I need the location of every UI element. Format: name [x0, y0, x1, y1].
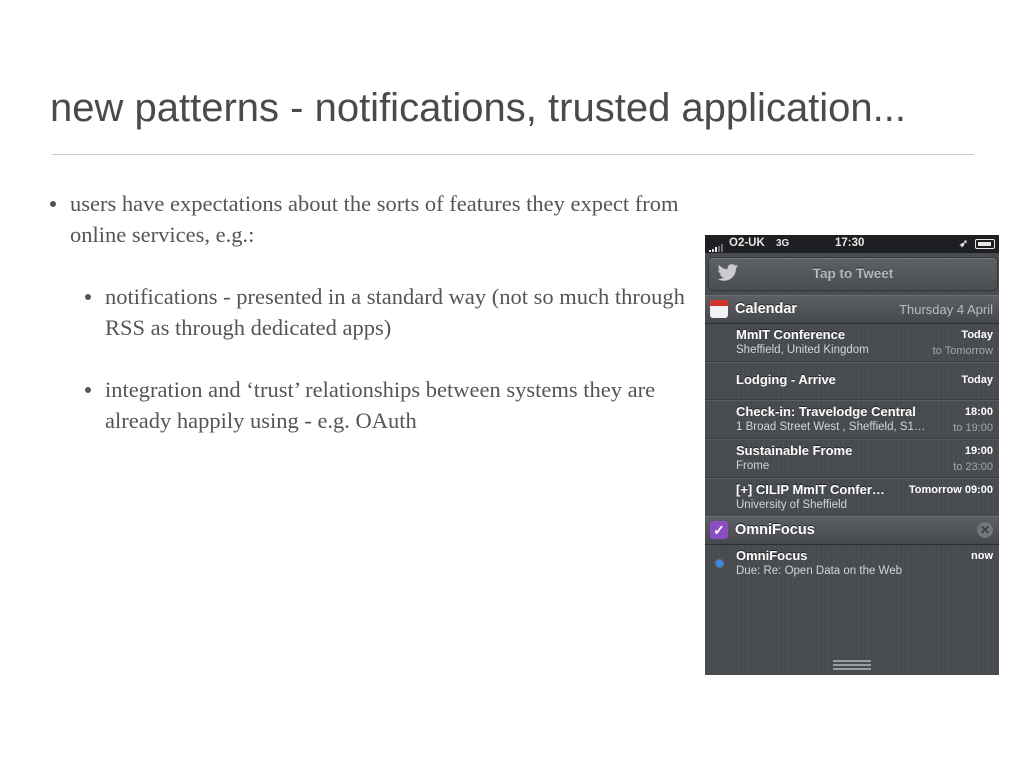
close-icon[interactable]: ✕ [977, 522, 993, 538]
event-end: to 23:00 [953, 461, 993, 473]
omnifocus-section-header[interactable]: ✓ OmniFocus ✕ [705, 516, 999, 545]
event-location: University of Sheffield [736, 499, 848, 511]
unread-dot-icon [716, 560, 723, 567]
battery-charging-icon [975, 239, 995, 249]
calendar-event[interactable]: MmIT Conference Sheffield, United Kingdo… [705, 323, 999, 362]
omnifocus-notification[interactable]: OmniFocus Due: Re: Open Data on the Web … [705, 544, 999, 584]
omnifocus-section-title: OmniFocus [735, 522, 815, 538]
signal-bars-icon [709, 240, 724, 252]
event-title: MmIT Conference [736, 327, 846, 342]
bullet-sub-integration-text: integration and ‘trust’ relationships be… [105, 377, 656, 433]
bullet-sub-integration: integration and ‘trust’ relationships be… [85, 374, 705, 436]
calendar-event[interactable]: Sustainable Frome Frome 19:00 to 23:00 [705, 439, 999, 478]
event-end: to Tomorrow [932, 345, 993, 357]
bullet-sub-notifications: notifications - presented in a standard … [85, 281, 705, 343]
bullet-sub-notifications-text: notifications - presented in a standard … [105, 284, 685, 340]
network-type: 3G [776, 238, 790, 249]
tap-to-tweet-button[interactable]: Tap to Tweet [708, 257, 998, 291]
tap-to-tweet-label: Tap to Tweet [812, 266, 894, 281]
event-title: Check-in: Travelodge Central [736, 404, 916, 419]
calendar-section-title: Calendar [735, 301, 798, 317]
event-time: 19:00 [964, 445, 993, 457]
event-time: 18:00 [964, 406, 993, 418]
calendar-event[interactable]: Check-in: Travelodge Central 1 Broad Str… [705, 400, 999, 439]
event-location: 1 Broad Street West , Sheffield, S1… [736, 421, 926, 433]
title-divider [52, 154, 974, 155]
calendar-icon [710, 300, 728, 318]
bullet-main: users have expectations about the sorts … [50, 188, 705, 250]
bullet-main-text: users have expectations about the sorts … [70, 191, 679, 247]
calendar-section-header[interactable]: Calendar Thursday 4 April [705, 295, 999, 324]
carrier-name: O2-UK [729, 237, 765, 249]
checkmark-icon: ✓ [710, 521, 728, 539]
event-title: Lodging - Arrive [736, 372, 836, 387]
notification-title: OmniFocus [736, 548, 808, 563]
event-title: Sustainable Frome [736, 443, 853, 458]
event-time: Today [961, 374, 993, 386]
status-bar: O2-UK 3G 17:30 ➶ [705, 235, 999, 253]
event-time: Tomorrow 09:00 [908, 484, 993, 496]
location-arrow-icon: ➶ [959, 238, 969, 250]
event-title: [+] CILIP MmIT Confer… [736, 482, 885, 497]
event-location: Sheffield, United Kingdom [736, 344, 869, 356]
notification-subtitle: Due: Re: Open Data on the Web [736, 565, 902, 577]
notification-time: now [971, 550, 993, 562]
calendar-event[interactable]: [+] CILIP MmIT Confer… University of She… [705, 478, 999, 517]
drag-handle-icon[interactable] [833, 660, 871, 674]
status-time: 17:30 [835, 237, 865, 249]
bullet-list: users have expectations about the sorts … [50, 188, 705, 436]
event-location: Frome [736, 460, 770, 472]
slide-title: new patterns - notifications, trusted ap… [50, 86, 907, 130]
bullet-dot [85, 294, 91, 300]
event-time: Today [961, 329, 993, 341]
event-end: to 19:00 [953, 422, 993, 434]
bullet-dot [85, 387, 91, 393]
calendar-date: Thursday 4 April [899, 302, 993, 317]
bullet-dot [50, 201, 56, 207]
calendar-event[interactable]: Lodging - Arrive Today [705, 362, 999, 400]
phone-notification-center-screenshot: O2-UK 3G 17:30 ➶ Tap to Tweet Calendar T… [705, 235, 999, 675]
